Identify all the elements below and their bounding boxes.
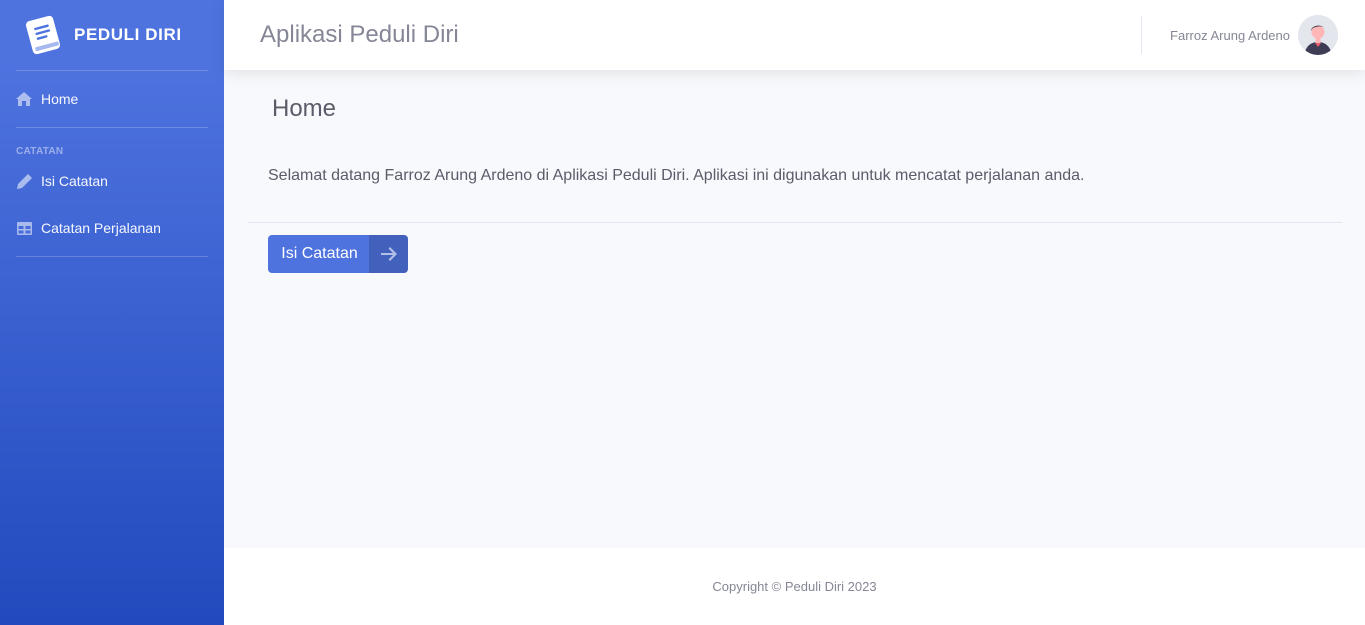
page-title: Home [272, 95, 337, 122]
user-dropdown[interactable]: Farroz Arung Ardeno [1141, 0, 1365, 70]
sidebar-heading: CATATAN [16, 146, 64, 157]
user-name[interactable]: Farroz Arung Ardeno [1170, 28, 1290, 43]
sidebar-divider [16, 256, 208, 257]
brand-name: PEDULI DIRI [74, 25, 182, 44]
sidebar-item-label: Isi Catatan [41, 173, 108, 189]
sidebar-item-label: Home [41, 91, 79, 107]
sidebar-item-label: Catatan Perjalanan [41, 220, 161, 236]
book-icon [22, 12, 65, 58]
sidebar-item-catatan-perjalanan[interactable]: Catatan Perjalanan [0, 200, 224, 256]
copyright-text: Copyright © Peduli Diri 2023 [712, 579, 877, 594]
isi-catatan-button[interactable]: Isi Catatan [268, 235, 408, 273]
sidebar: PEDULI DIRI Home CATATAN Isi Catatan Cat… [0, 0, 224, 625]
sidebar-item-home[interactable]: Home [0, 71, 224, 127]
home-icon [16, 91, 32, 107]
content-divider [248, 222, 1342, 223]
table-icon [16, 220, 32, 236]
topbar: Aplikasi Peduli Diri Farroz Arung Ardeno [224, 0, 1365, 70]
footer: Copyright © Peduli Diri 2023 [224, 548, 1365, 625]
sidebar-item-isi-catatan[interactable]: Isi Catatan [0, 162, 224, 200]
welcome-text: Selamat datang Farroz Arung Ardeno di Ap… [268, 167, 1085, 184]
user-avatar-icon[interactable] [1298, 15, 1338, 55]
button-label: Isi Catatan [281, 245, 358, 262]
sidebar-brand[interactable]: PEDULI DIRI [0, 0, 224, 70]
app-title: Aplikasi Peduli Diri [260, 21, 459, 48]
pencil-icon [16, 173, 32, 189]
topbar-divider [1141, 16, 1143, 54]
arrow-right-icon [369, 235, 408, 273]
main-content: Home Selamat datang Farroz Arung Ardeno … [224, 70, 1365, 548]
